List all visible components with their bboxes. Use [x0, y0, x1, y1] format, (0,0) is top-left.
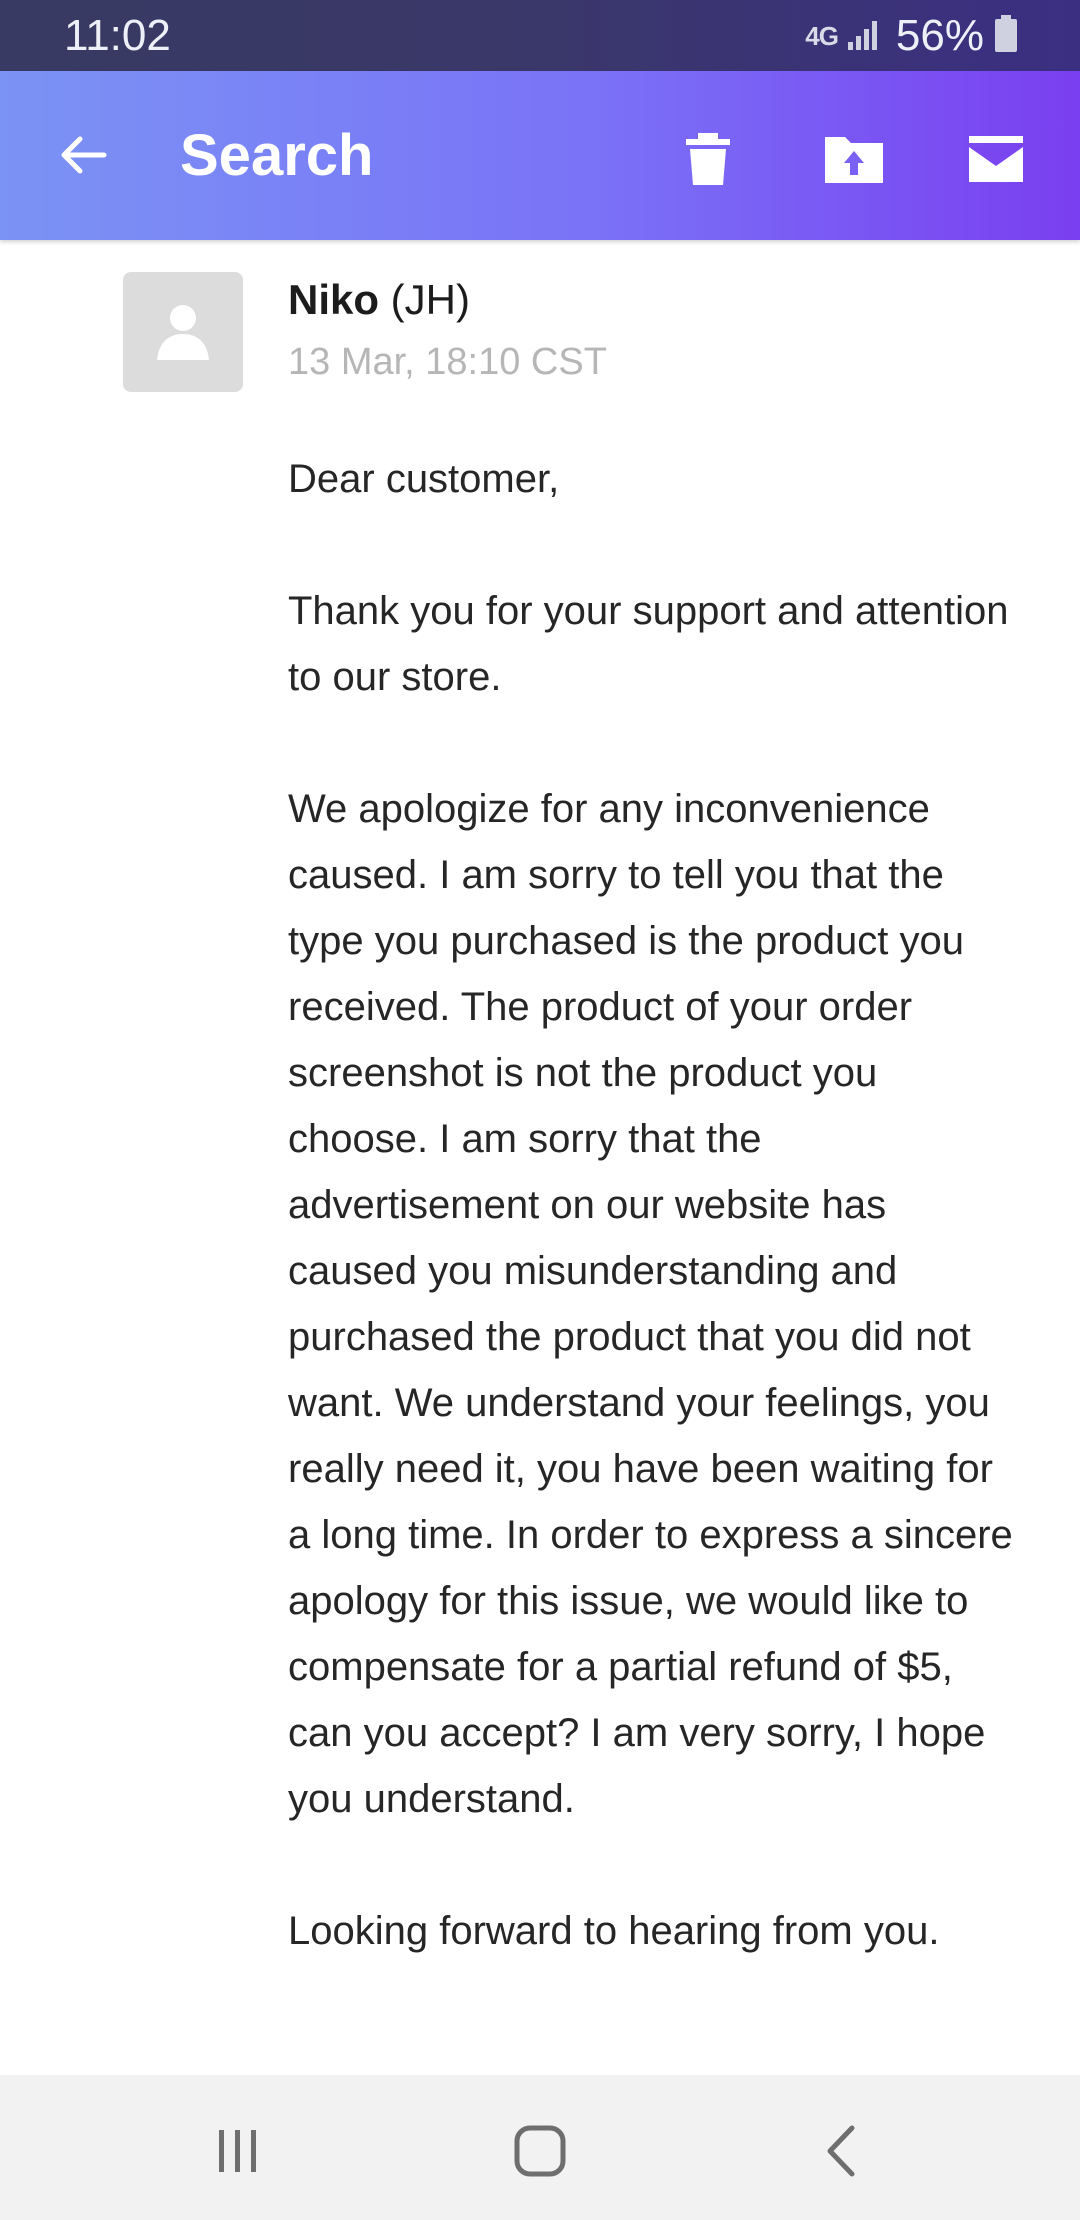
trash-icon [686, 133, 730, 185]
move-to-folder-icon [825, 137, 883, 183]
message-body: Dear customer, Thank you for your suppor… [288, 446, 1018, 2030]
message-timestamp: 13 Mar, 18:10 CST [288, 341, 607, 383]
status-indicators: 4G 56% [805, 10, 1018, 62]
sender-name: Niko [288, 276, 380, 323]
message-paragraph: Looking forward to hearing from you. [288, 1909, 940, 1953]
battery-percent: 56% [895, 11, 984, 60]
recent-apps-icon [219, 2130, 256, 2172]
message-paragraph: Thank you for your support and attention… [288, 589, 1009, 699]
signal-icon [846, 16, 882, 57]
archive-button[interactable] [956, 119, 1036, 199]
battery-icon [994, 14, 1018, 58]
system-nav-bar [0, 2075, 1080, 2220]
message-paragraph: Dear customer, [288, 457, 560, 501]
archive-icon [969, 136, 1023, 182]
sender-initials: (JH) [379, 276, 470, 323]
network-type-label: 4G [805, 20, 839, 51]
home-icon [514, 2125, 566, 2177]
person-icon [157, 305, 209, 360]
app-bar: Search [0, 71, 1080, 240]
message-paragraph: We apologize for any inconvenience cause… [288, 787, 1013, 1821]
move-to-folder-button[interactable] [814, 119, 894, 199]
back-arrow-icon [61, 136, 107, 174]
status-bar: 11:02 4G 56% [0, 0, 1080, 71]
back-button[interactable] [48, 119, 120, 191]
status-time: 11:02 [64, 11, 171, 60]
home-button[interactable] [500, 2111, 580, 2191]
sender[interactable]: Niko (JH) [288, 272, 470, 328]
back-icon [827, 2125, 855, 2177]
delete-button[interactable] [668, 119, 748, 199]
page-title: Search [180, 123, 374, 188]
recent-apps-button[interactable] [198, 2111, 278, 2191]
system-back-button[interactable] [802, 2111, 882, 2191]
avatar[interactable] [123, 272, 243, 392]
